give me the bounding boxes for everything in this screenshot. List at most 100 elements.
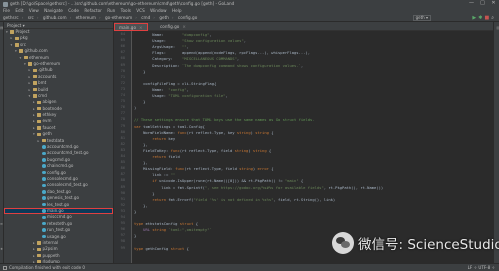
goland-app-icon [3,1,8,7]
menu-tools[interactable]: Tools [121,8,131,13]
code-token: `toml:",omitempty"` [168,227,212,233]
tree-item-label: dao_test.go [47,188,71,194]
run-configuration-select[interactable]: geth ▾ [412,15,431,21]
database-tool-window-icon[interactable]: ▥ [494,26,499,30]
code-line: } [134,99,145,104]
code-token: link := [134,172,171,178]
folder-icon [37,253,41,258]
breadcrumb-separator-icon: › [21,15,24,20]
tree-item-label: accounts [38,73,57,79]
menu-code[interactable]: Code [68,8,79,13]
code-token: "config" [168,86,187,92]
line-number: 93 [120,208,125,213]
breadcrumb-item[interactable]: ethereum [76,15,96,20]
line-number: 99 [120,245,125,250]
code-line: return field [134,154,179,159]
code-token: ethstatsConfig [145,221,180,227]
code-line: FieldToKey: func(rt reflect.Type, field … [134,148,271,153]
go-file-icon [41,145,46,149]
editor-tab-bar: main.go × config.go × [114,22,493,31]
code-token: gethConfig [145,245,171,251]
minimize-button[interactable]: — [466,0,477,7]
line-number: 78 [120,117,125,122]
maximize-button[interactable]: □ [477,0,488,7]
tree-item-label: evm [42,118,52,124]
folder-icon [37,241,41,245]
project-panel-header[interactable]: Project ▾ [4,22,113,29]
code-token: Name: [134,32,183,37]
code-token: { [193,221,199,227]
file-encoding-info[interactable]: LF ÷ UTF-8 ÷ [468,264,495,271]
editor-area: main.go × config.go × 64 65 66 67 68 69 70 71 72 73… [114,22,493,263]
line-number: 81 [120,135,125,140]
breadcrumb-item[interactable]: config.go [178,15,197,20]
code-token: MissingField: [134,166,176,172]
code-token: struct [170,245,185,251]
tab-main-go[interactable]: main.go × [114,23,148,31]
folder-icon [32,94,37,98]
code-line: }, [134,142,148,147]
code-token: string [234,147,249,153]
menu-window[interactable]: Window [150,8,167,13]
breadcrumb-item[interactable]: gethsrc [3,15,19,20]
tree-item-label: build [38,86,49,92]
line-number: 68 [120,56,125,61]
go-file-icon [41,209,46,213]
go-file-icon [41,196,46,200]
folder-icon [32,87,37,92]
breadcrumb-item[interactable]: github.com [43,15,67,20]
folder-icon [37,119,41,124]
line-number: 66 [120,44,125,49]
tree-item-label: .github [38,67,53,73]
folder-icon [37,247,41,252]
project-panel: Project ▾ ▾ Project ▸ pkg ▾ src ▾ github.com ▾ et… [4,22,114,263]
folder-icon [37,113,41,117]
code-token: type [134,245,146,251]
code-line: // These settings ensure that TOML keys … [134,117,315,122]
code-token: "main" [284,178,299,184]
code-token: Flags: append(append(nodeFlags, rpcFlags… [134,50,311,56]
search-icon[interactable]: ⌕ [491,15,496,21]
breadcrumb-item[interactable]: src [28,15,34,20]
line-number: 90 [120,190,125,195]
menu-help[interactable]: Help [172,8,182,13]
menu-edit[interactable]: Edit [15,8,23,13]
code-token: } [134,99,146,105]
tree-item-label: run_test.go [47,227,71,233]
breadcrumb-separator-icon: › [98,15,101,20]
go-file-icon [41,151,46,156]
breadcrumb-item[interactable]: geth [159,15,169,20]
menu-run[interactable]: Run [107,8,115,13]
tab-config-go[interactable]: config.go × [156,23,190,31]
code-line: } [134,191,154,196]
menu-bar: File Edit View Navigate Code Refactor Ru… [0,7,499,14]
menu-vcs[interactable]: VCS [136,8,144,13]
close-tab-icon[interactable]: × [139,25,143,30]
code-editor[interactable]: Name: "dumpconfig", Usage: "Show configu… [134,31,493,263]
folder-icon [37,106,41,111]
line-number: 87 [120,172,125,177]
code-token: (rt reflect.Type, field [184,166,240,172]
code-token: type [134,221,146,227]
code-token: configFileFlag = cli.StringFlag{ [134,80,217,86]
close-window-button[interactable]: ✕ [488,0,499,7]
line-number: 85 [120,160,125,165]
line-number: 79 [120,123,125,128]
code-token: Name: [134,86,169,92]
code-token: } [134,208,137,214]
code-line: Name: "config", [134,87,189,92]
folder-icon [32,74,37,79]
line-number: 69 [120,62,125,67]
code-token: string [239,166,253,172]
menu-navigate[interactable]: Navigate [44,8,63,13]
tool-windows-icon[interactable] [3,266,7,270]
menu-view[interactable]: View [29,8,39,13]
menu-file[interactable]: File [3,8,10,13]
breadcrumb-item[interactable]: go-ethereum [105,15,132,20]
tree-item-label: bugcmd.go [47,156,71,162]
breadcrumb-item[interactable]: cmd [141,15,150,20]
tree-item-label: testdata [47,137,65,143]
close-tab-icon[interactable]: × [182,24,186,29]
menu-refactor[interactable]: Refactor [84,8,102,13]
